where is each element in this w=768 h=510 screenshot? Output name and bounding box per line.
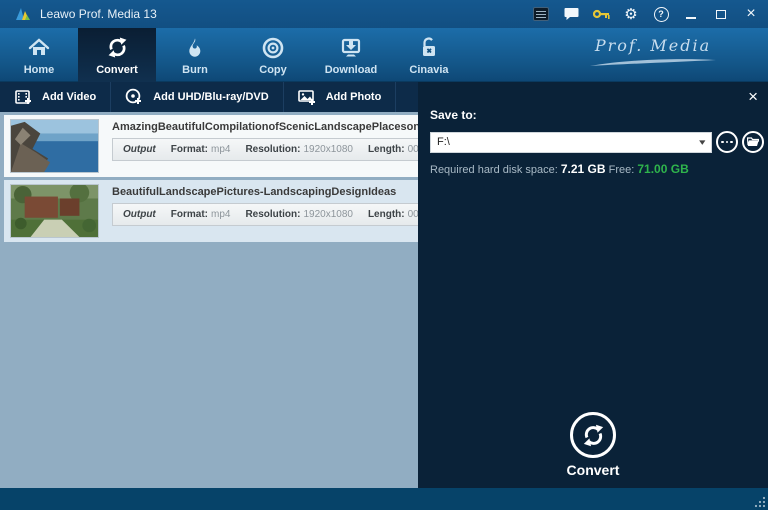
open-folder-button[interactable] bbox=[742, 131, 764, 153]
close-button[interactable]: × bbox=[742, 5, 760, 23]
tab-home[interactable]: Home bbox=[0, 28, 78, 82]
required-space-label: Required hard disk space: bbox=[430, 164, 558, 176]
chevron-down-icon: ▾ bbox=[699, 136, 706, 147]
register-key-icon[interactable] bbox=[592, 5, 610, 23]
minimize-button[interactable] bbox=[682, 5, 700, 23]
save-path-value: F:\ bbox=[437, 136, 450, 148]
main-navigation: Home Convert Burn Copy Download Cinavia … bbox=[0, 28, 768, 82]
feedback-icon[interactable] bbox=[562, 5, 580, 23]
add-video-label: Add Video bbox=[42, 91, 97, 103]
app-logo-icon bbox=[16, 8, 30, 20]
ellipsis-icon bbox=[721, 140, 733, 144]
video-thumbnail bbox=[10, 184, 99, 238]
required-space-value: 7.21 GB bbox=[560, 162, 606, 176]
output-label: Output bbox=[123, 144, 156, 155]
titlebar: Leawo Prof. Media 13 ⚙ ? × bbox=[0, 0, 768, 28]
download-icon bbox=[338, 35, 364, 61]
panel-close-icon[interactable]: × bbox=[748, 88, 758, 105]
folder-icon bbox=[747, 137, 759, 146]
hardware-acceleration-icon[interactable] bbox=[532, 5, 550, 23]
add-photo-icon bbox=[297, 88, 316, 106]
disk-space-info: Required hard disk space: 7.21 GB Free: … bbox=[430, 162, 768, 176]
app-window: Leawo Prof. Media 13 ⚙ ? × Home Convert … bbox=[0, 0, 768, 510]
cinavia-unlock-icon bbox=[416, 35, 442, 61]
tab-copy[interactable]: Copy bbox=[234, 28, 312, 82]
free-space-value: 71.00 GB bbox=[637, 162, 689, 176]
help-icon[interactable]: ? bbox=[652, 5, 670, 23]
tab-burn[interactable]: Burn bbox=[156, 28, 234, 82]
convert-button[interactable] bbox=[570, 412, 616, 458]
tab-copy-label: Copy bbox=[259, 63, 287, 76]
brand-text: Prof. Media bbox=[594, 36, 712, 55]
add-uhd-bluray-dvd-label: Add UHD/Blu-ray/DVD bbox=[153, 91, 269, 103]
window-title: Leawo Prof. Media 13 bbox=[40, 7, 157, 21]
tab-cinavia-label: Cinavia bbox=[409, 63, 449, 76]
tab-download-label: Download bbox=[324, 63, 378, 76]
home-icon bbox=[26, 35, 52, 61]
output-info-bar[interactable]: Output Format: mp4 Resolution: 1920x1080 L… bbox=[112, 138, 418, 161]
output-label: Output bbox=[123, 209, 156, 220]
save-to-label: Save to: bbox=[430, 108, 477, 122]
resize-grip[interactable] bbox=[753, 495, 766, 508]
add-photo-button[interactable]: Add Photo bbox=[284, 82, 397, 112]
add-photo-label: Add Photo bbox=[325, 91, 382, 103]
add-video-icon bbox=[14, 88, 32, 106]
convert-action: Convert bbox=[418, 412, 768, 478]
video-list: AmazingBeautifulCompilationofScenicLands… bbox=[0, 112, 418, 488]
convert-settings-panel: × Save to: F:\ ▾ Required hard disk spac… bbox=[418, 82, 768, 488]
browse-ellipsis-button[interactable] bbox=[716, 131, 738, 153]
video-title: AmazingBeautifulCompilationofScenicLands… bbox=[112, 121, 418, 133]
add-toolbar: Add Video Add UHD/Blu-ray/DVD Add Photo bbox=[0, 82, 418, 112]
add-uhd-bluray-dvd-button[interactable]: Add UHD/Blu-ray/DVD bbox=[111, 82, 284, 112]
video-thumbnail bbox=[10, 119, 99, 173]
brand-logo: Prof. Media bbox=[588, 36, 718, 73]
free-space-label: Free: bbox=[608, 164, 635, 176]
tab-home-label: Home bbox=[23, 63, 55, 76]
burn-icon bbox=[182, 35, 208, 61]
convert-button-label[interactable]: Convert bbox=[418, 462, 768, 478]
copy-disc-icon bbox=[260, 35, 286, 61]
video-title: BeautifulLandscapePictures-LandscapingDe… bbox=[112, 186, 397, 198]
tab-download[interactable]: Download bbox=[312, 28, 390, 82]
tab-convert-label: Convert bbox=[96, 63, 138, 76]
maximize-button[interactable] bbox=[712, 5, 730, 23]
file-list-pane: Add Video Add UHD/Blu-ray/DVD Add Photo bbox=[0, 82, 418, 488]
brand-swoosh bbox=[590, 59, 716, 66]
save-path-dropdown[interactable]: F:\ ▾ bbox=[430, 131, 712, 153]
add-disc-icon bbox=[125, 88, 143, 106]
list-item[interactable]: BeautifulLandscapePictures-LandscapingDe… bbox=[4, 180, 418, 242]
add-video-button[interactable]: Add Video bbox=[0, 82, 112, 112]
output-info-bar[interactable]: Output Format: mp4 Resolution: 1920x1080 L… bbox=[112, 203, 418, 226]
settings-gear-icon[interactable]: ⚙ bbox=[622, 5, 640, 23]
convert-arrows-icon bbox=[583, 424, 603, 446]
tab-convert[interactable]: Convert bbox=[78, 28, 156, 82]
statusbar bbox=[0, 488, 768, 510]
tab-cinavia[interactable]: Cinavia bbox=[390, 28, 468, 82]
tab-burn-label: Burn bbox=[182, 63, 208, 76]
list-item[interactable]: AmazingBeautifulCompilationofScenicLands… bbox=[4, 115, 418, 177]
convert-icon bbox=[104, 35, 130, 61]
